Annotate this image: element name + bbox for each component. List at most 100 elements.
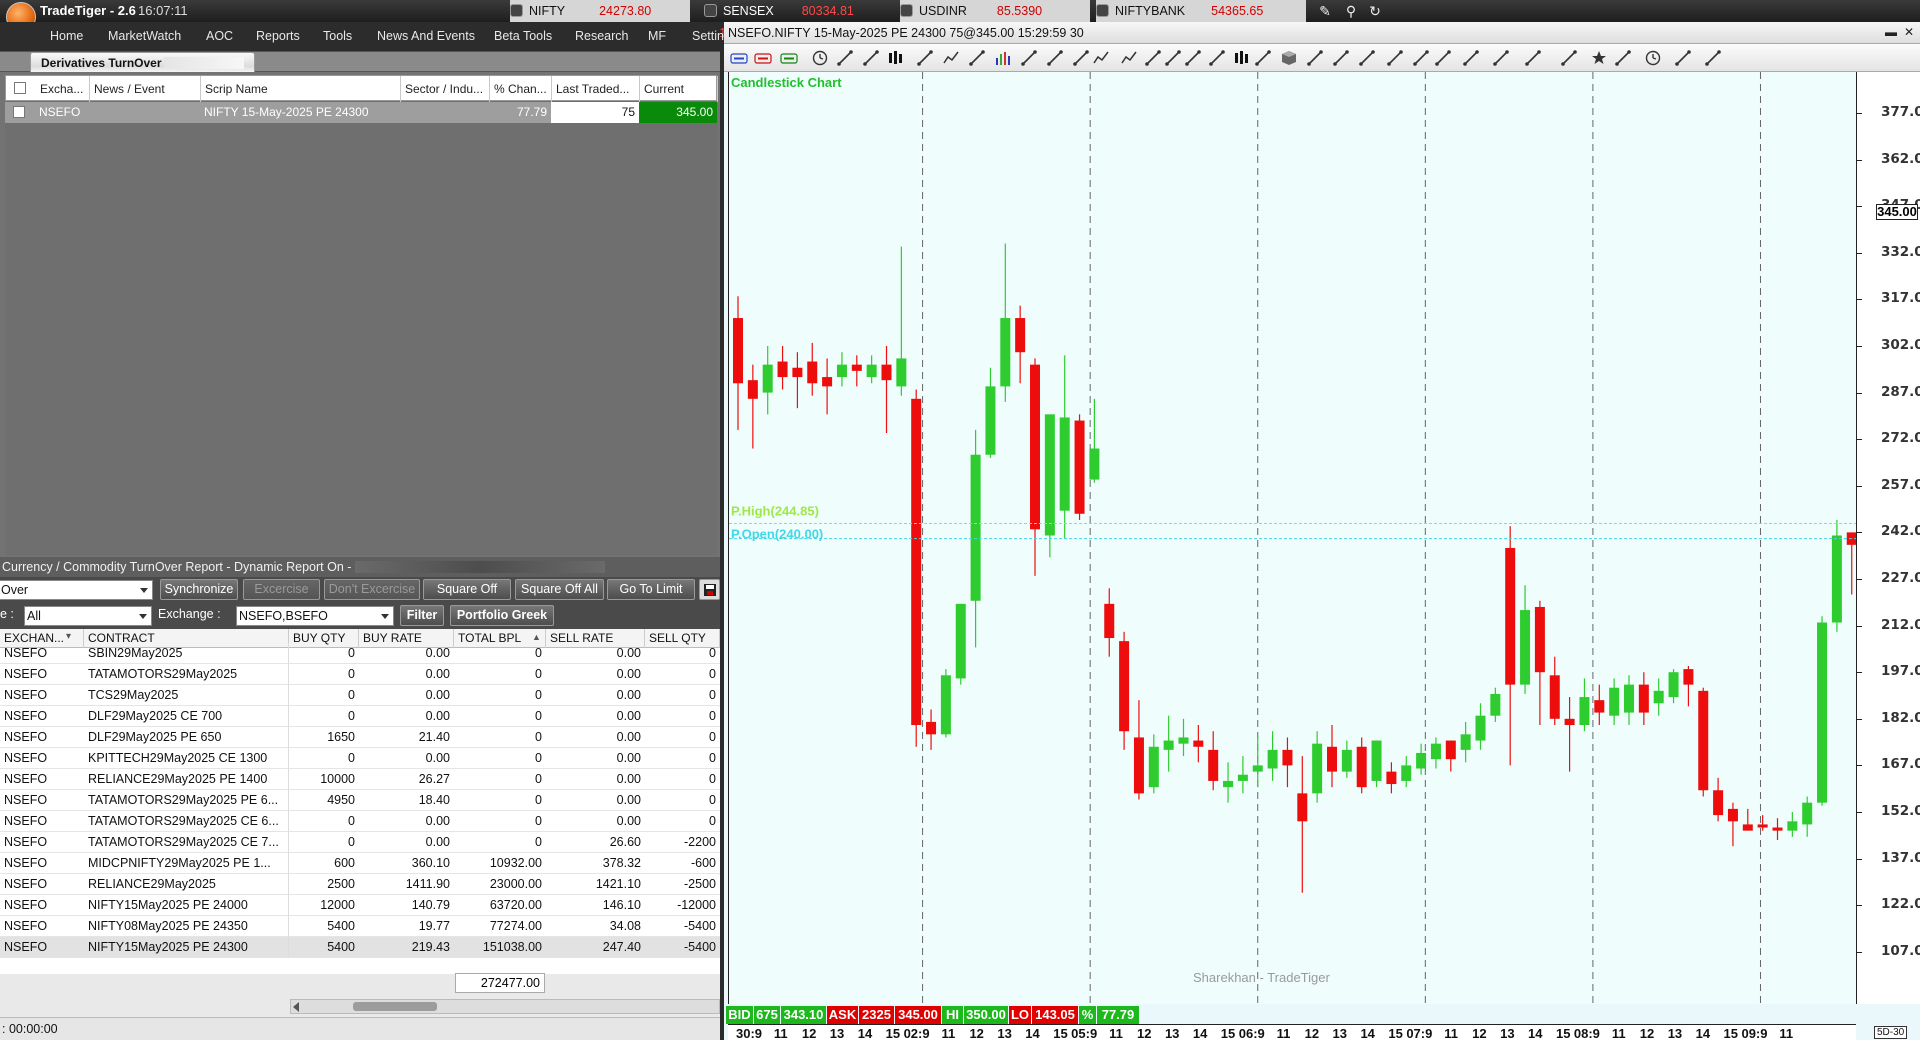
line-chart-icon[interactable]	[942, 49, 960, 67]
scissors-icon[interactable]	[1046, 49, 1064, 67]
refresh-icon[interactable]: ↻	[1366, 2, 1384, 20]
edit-icon[interactable]: ✎	[1316, 2, 1334, 20]
bar-type-icon[interactable]	[862, 49, 880, 67]
horizontal-line-icon[interactable]	[1208, 49, 1226, 67]
bell-icon[interactable]	[1704, 49, 1722, 67]
table-row[interactable]: NSEFO DLF29May2025 CE 700 0 0.00 0 0.00 0	[0, 706, 720, 727]
col-last-traded[interactable]: Last Traded...	[552, 76, 640, 102]
portfolio-greek-button[interactable]: Portfolio Greek	[450, 605, 554, 626]
star-icon[interactable]	[1590, 49, 1608, 67]
timer-icon[interactable]	[811, 49, 829, 67]
menu-tools[interactable]: Tools	[323, 29, 352, 43]
wave-icon[interactable]	[1092, 49, 1110, 67]
table-row[interactable]: NSEFO NIFTY08May2025 PE 24350 5400 19.77 772…	[0, 916, 720, 937]
ruler-icon[interactable]	[1358, 49, 1376, 67]
volume-icon[interactable]	[994, 49, 1012, 67]
select-all-checkbox[interactable]	[14, 82, 26, 94]
table-row[interactable]: NSEFO DLF29May2025 PE 650 1650 21.40 0 0.00 0	[0, 727, 720, 748]
menu-mf[interactable]: MF	[648, 29, 666, 43]
table-row[interactable]: NSEFO MIDCPNIFTY29May2025 PE 1... 600 360.1…	[0, 853, 720, 874]
menu-news-events[interactable]: News And Events	[377, 29, 475, 43]
view-select[interactable]: Over	[0, 580, 153, 600]
report-icon[interactable]	[1492, 49, 1510, 67]
crosshair-icon[interactable]	[1674, 49, 1692, 67]
row-checkbox[interactable]	[13, 106, 25, 118]
col-scrip[interactable]: Scrip Name	[201, 76, 401, 102]
square-off-button[interactable]: Square Off	[423, 579, 511, 600]
entry-icon[interactable]	[730, 49, 748, 67]
type-select[interactable]: All	[24, 606, 152, 626]
table-row[interactable]: NSEFO TATAMOTORS29May2025 0 0.00 0 0.00 0	[0, 664, 720, 685]
marketwatch-row[interactable]: NSEFO NIFTY 15-May-2025 PE 24300 77.79 7…	[5, 102, 717, 123]
table-row[interactable]: NSEFO TATAMOTORS29May2025 CE 6... 0 0.00 0 0.…	[0, 811, 720, 832]
menu-beta-tools[interactable]: Beta Tools	[494, 29, 552, 43]
table-row[interactable]: NSEFO RELIANCE29May2025 PE 1400 10000 26.27…	[0, 769, 720, 790]
bars-icon[interactable]	[1232, 49, 1250, 67]
template-icon[interactable]	[1560, 49, 1578, 67]
clock-icon[interactable]	[1644, 49, 1662, 67]
close-icon[interactable]: ✕	[1902, 25, 1916, 39]
vertical-line-icon[interactable]	[1254, 49, 1272, 67]
indicator-icon[interactable]	[1524, 49, 1542, 67]
crop-icon[interactable]	[1412, 49, 1430, 67]
measure-icon[interactable]	[1386, 49, 1404, 67]
ticker-niftybank[interactable]: NIFTYBANK54365.65 (-245.25)	[1096, 0, 1306, 40]
menu-marketwatch[interactable]: MarketWatch	[108, 29, 181, 43]
table-row[interactable]: NSEFO KPITTECH29May2025 CE 1300 0 0.00 0 0.00…	[0, 748, 720, 769]
fan-icon[interactable]	[1144, 49, 1162, 67]
pan-icon[interactable]	[1434, 49, 1452, 67]
scroll-left-icon[interactable]	[293, 1002, 299, 1012]
minimize-icon[interactable]: ▬	[1884, 25, 1898, 39]
menu-settings[interactable]: Settin	[692, 29, 724, 43]
chart-plot-area[interactable]: P.High(244.85) P.Open(240.00) Candlestick…	[728, 72, 1857, 1004]
scrollbar-thumb[interactable]	[353, 1002, 437, 1011]
table-row[interactable]: NSEFO TCS29May2025 0 0.00 0 0.00 0	[0, 685, 720, 706]
table-row[interactable]: NSEFO TATAMOTORS29May2025 CE 7... 0 0.00 0 26…	[0, 832, 720, 853]
parallel-icon[interactable]	[1332, 49, 1350, 67]
alerts-icon[interactable]	[1614, 49, 1632, 67]
ticker-nifty[interactable]: NIFTY24273.80 (-140.60)	[510, 0, 690, 40]
ticker-sensex[interactable]: SENSEX80334.81 (-411.97)	[704, 0, 894, 40]
bar-chart-icon[interactable]	[916, 49, 934, 67]
stop-icon[interactable]	[754, 49, 772, 67]
square-off-all-button[interactable]: Square Off All	[515, 579, 604, 600]
target-icon[interactable]	[780, 49, 798, 67]
pin-icon[interactable]: ⚲	[1342, 2, 1360, 20]
horizontal-scrollbar[interactable]	[290, 999, 720, 1014]
pencil-icon[interactable]	[1164, 49, 1182, 67]
exercise-button[interactable]: Excercise	[243, 579, 320, 600]
area-chart-icon[interactable]	[968, 49, 986, 67]
col-news[interactable]: News / Event	[90, 76, 201, 102]
menu-reports[interactable]: Reports	[256, 29, 300, 43]
exchange-select[interactable]: NSEFO,BSEFO	[236, 606, 394, 626]
dont-exercise-button[interactable]: Don't Excercise	[324, 579, 420, 600]
col-exchange[interactable]: Excha...	[36, 76, 90, 102]
chart-edit-icon[interactable]	[1462, 49, 1480, 67]
tab-derivatives-turnover[interactable]: Derivatives TurnOver	[30, 52, 255, 72]
compare-icon[interactable]	[1020, 49, 1038, 67]
price-axis[interactable]: 377.00362.00347.00332.00317.00302.00287.…	[1856, 72, 1920, 1004]
go-to-limit-button[interactable]: Go To Limit	[607, 579, 695, 600]
col-current[interactable]: Current	[640, 76, 718, 102]
fib-icon[interactable]	[1306, 49, 1324, 67]
filter-icon[interactable]: ▾	[66, 631, 71, 642]
menu-home[interactable]: Home	[50, 29, 83, 43]
synchronize-button[interactable]: Synchronize	[160, 579, 238, 600]
table-row[interactable]: NSEFO TATAMOTORS29May2025 PE 6... 4950 18.4…	[0, 790, 720, 811]
curve-icon[interactable]	[1120, 49, 1138, 67]
select-icon[interactable]	[1072, 49, 1090, 67]
cube-icon[interactable]	[1280, 49, 1298, 67]
save-icon[interactable]	[699, 579, 720, 600]
candle-type-icon[interactable]	[886, 49, 904, 67]
line-tool-icon[interactable]	[1184, 49, 1202, 67]
col-sector[interactable]: Sector / Indu...	[401, 76, 490, 102]
filter-button[interactable]: Filter	[400, 605, 444, 626]
table-row[interactable]: NSEFO SBIN29May2025 0 0.00 0 0.00 0	[0, 643, 720, 664]
cursor-icon[interactable]	[836, 49, 854, 67]
time-axis[interactable]: 30:9 11 12 13 14 15 02:9 11 12 13 14 15 05:9 11 12 13 14…	[728, 1024, 1856, 1040]
menu-research[interactable]: Research	[575, 29, 629, 43]
timeframe-label[interactable]: 5D-30	[1874, 1026, 1908, 1039]
table-row[interactable]: NSEFO RELIANCE29May2025 2500 1411.90 23000.0…	[0, 874, 720, 895]
table-row[interactable]: NSEFO NIFTY15May2025 PE 24000 12000 140.79 6…	[0, 895, 720, 916]
menu-aoc[interactable]: AOC	[206, 29, 233, 43]
